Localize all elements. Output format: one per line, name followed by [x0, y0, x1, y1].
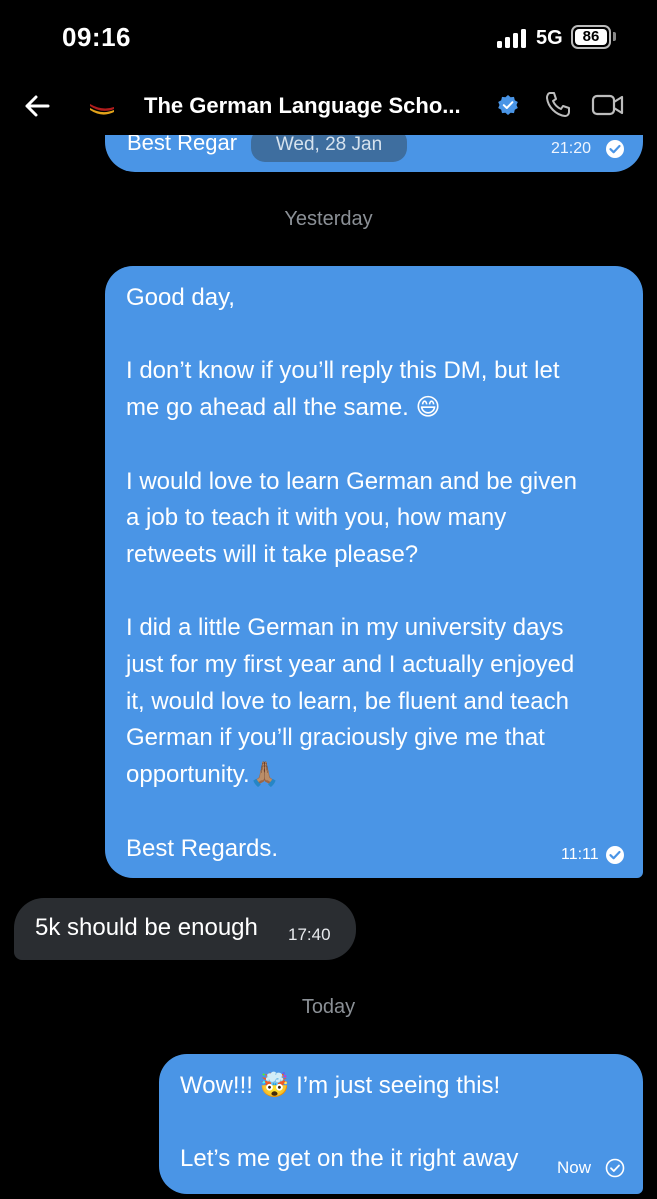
chat-header: The German Language Scho...	[0, 75, 657, 135]
battery-level: 86	[575, 29, 607, 45]
outgoing-message-bubble[interactable]: Wow!!! 🤯 I’m just seeing this! Let’s me …	[159, 1054, 643, 1194]
message-line	[180, 1105, 620, 1142]
message-time: 21:20	[551, 140, 592, 157]
message-line	[126, 427, 626, 464]
message-line: Let’s me get on the it right away	[180, 1145, 519, 1173]
message-line: I don’t know if you’ll reply this DM, bu…	[126, 357, 560, 385]
day-separator-yesterday: Yesterday	[284, 208, 373, 230]
message-line: a job to teach it with you, how many	[126, 504, 507, 532]
message-line: retweets will it take please?	[126, 540, 419, 568]
day-separator-today: Today	[301, 996, 356, 1018]
message-line: Good day,	[126, 284, 235, 311]
chat-title[interactable]: The German Language Scho...	[144, 93, 461, 119]
message-line	[126, 317, 626, 354]
status-bar: 09:16 5G 86	[0, 0, 657, 75]
read-check-icon	[606, 140, 624, 158]
message-line: I would love to learn German and be give…	[126, 467, 577, 495]
message-line: just for my first year and I actually en…	[126, 651, 575, 679]
video-call-icon[interactable]	[591, 91, 625, 119]
outgoing-message-bubble[interactable]: Good day, I don’t know if you’ll reply t…	[105, 266, 643, 878]
message-text: Good day, I don’t know if you’ll reply t…	[126, 280, 626, 867]
message-line: Best Regards.	[126, 834, 279, 862]
sent-check-icon	[605, 1158, 625, 1178]
battery-icon: 86	[571, 25, 611, 49]
back-arrow-icon[interactable]	[22, 91, 52, 121]
message-line	[126, 794, 626, 831]
phone-call-icon[interactable]	[543, 90, 573, 120]
message-time: Now	[557, 1158, 592, 1177]
status-time: 09:16	[62, 22, 131, 52]
message-line: Wow!!! 🤯 I’m just seeing this!	[180, 1072, 501, 1099]
signal-icon	[497, 28, 529, 48]
message-line: opportunity.🙏🏽	[126, 761, 280, 789]
verified-badge-icon	[498, 95, 518, 115]
message-line: it, would love to learn, be fluent and t…	[126, 687, 569, 715]
message-text: 5k should be enough	[35, 914, 258, 941]
flag-logo-icon	[84, 89, 120, 125]
read-check-icon	[606, 846, 624, 864]
battery-tip	[613, 32, 616, 41]
message-line: me go ahead all the same. 😄	[126, 394, 441, 422]
message-line: I did a little German in my university d…	[126, 614, 564, 642]
message-line: German if you’ll graciously give me that	[126, 724, 545, 752]
message-time: 17:40	[288, 925, 331, 944]
incoming-message-bubble[interactable]: 5k should be enough 17:40	[14, 898, 356, 960]
message-time: 11:11	[561, 846, 599, 863]
avatar[interactable]	[84, 89, 120, 125]
message-line	[126, 574, 626, 611]
message-text: Wow!!! 🤯 I’m just seeing this! Let’s me …	[180, 1068, 620, 1178]
network-type: 5G	[536, 27, 563, 49]
